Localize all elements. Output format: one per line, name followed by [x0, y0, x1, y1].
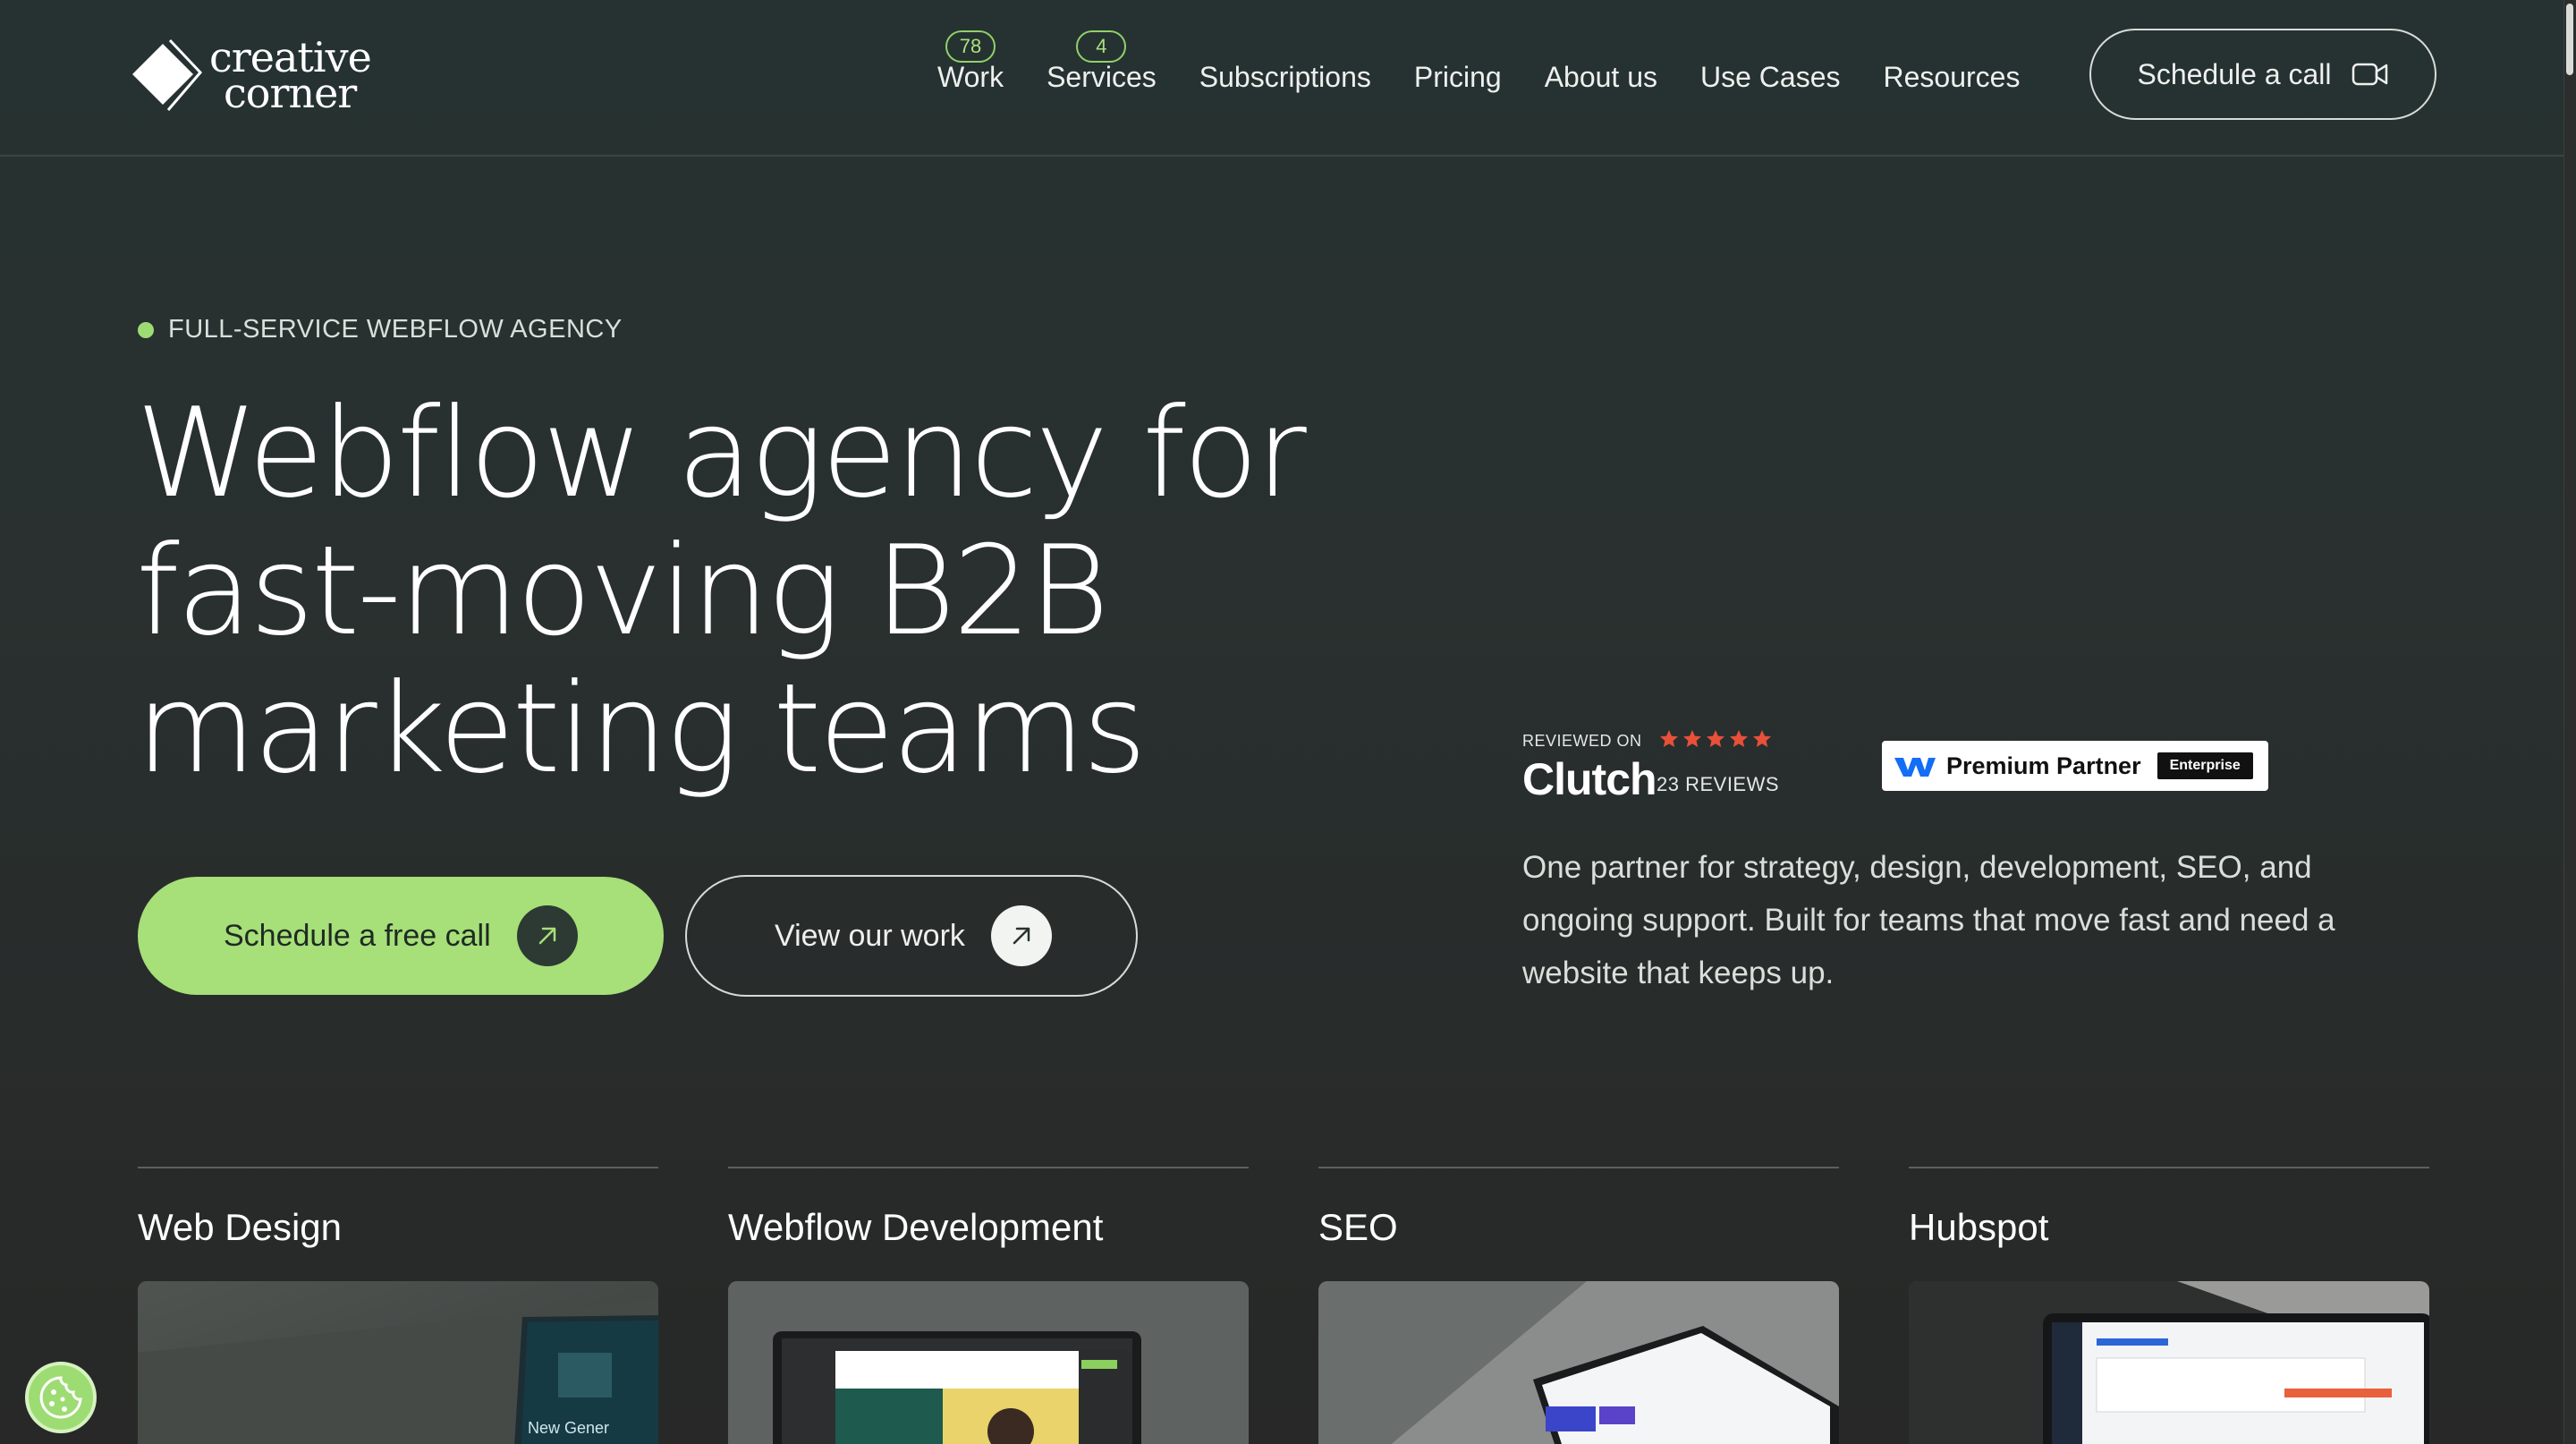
hero-title-line-3: marketing teams — [136, 657, 1147, 801]
svg-text:New Gener: New Gener — [528, 1419, 609, 1437]
hero-title-line-2: fast-moving B2B — [136, 519, 1109, 663]
service-card-title: SEO — [1318, 1206, 1398, 1248]
enterprise-tag: Enterprise — [2157, 752, 2253, 779]
clutch-name: Clutch — [1522, 754, 1657, 804]
view-our-work-label: View our work — [775, 918, 965, 953]
hero-title: Webflow agency for fast-moving B2B marke… — [136, 385, 1406, 798]
service-card-seo[interactable]: SEO — [1318, 1167, 1839, 1444]
arrow-up-right-icon — [991, 905, 1052, 966]
nav-item-label: Use Cases — [1700, 60, 1841, 93]
web-design-preview-image: New Gener — [138, 1281, 658, 1444]
star-icon — [1730, 730, 1748, 747]
cookie-settings-button[interactable] — [25, 1362, 97, 1433]
nav-item-work[interactable]: 78 Work — [937, 30, 1004, 94]
hero-description: One partner for strategy, design, develo… — [1522, 850, 2335, 990]
hero-title-line-1: Webflow agency for — [136, 381, 1307, 525]
service-card-title: Hubspot — [1909, 1206, 2049, 1248]
brand-wordmark: creative corner — [209, 37, 372, 117]
green-dot-icon — [138, 321, 154, 338]
star-icon — [1707, 730, 1724, 747]
nav-item-label: Pricing — [1413, 60, 1502, 93]
clutch-reviewed-on: REVIEWED ON — [1522, 732, 1642, 750]
page-scrollbar[interactable] — [2563, 0, 2576, 1444]
divider — [1909, 1167, 2429, 1168]
nav-item-subscriptions[interactable]: Subscriptions — [1199, 61, 1371, 94]
scrollbar-thumb[interactable] — [2566, 4, 2573, 75]
view-our-work-button[interactable]: View our work — [685, 875, 1138, 997]
service-card-title: Web Design — [138, 1206, 343, 1248]
nav-item-label: Services — [1046, 60, 1157, 93]
schedule-call-button[interactable]: Schedule a call — [2089, 29, 2436, 120]
divider — [1318, 1167, 1839, 1168]
nav-item-resources[interactable]: Resources — [1884, 61, 2021, 94]
schedule-free-call-label: Schedule a free call — [224, 918, 491, 953]
nav-item-about-us[interactable]: About us — [1545, 61, 1657, 94]
hubspot-preview-image — [1909, 1281, 2429, 1444]
main-nav: 78 Work 4 Services Subscriptions Pricing… — [937, 30, 2063, 102]
eyebrow-text: FULL-SERVICE WEBFLOW AGENCY — [168, 315, 623, 344]
service-card-webflow-development[interactable]: Webflow Development — [728, 1167, 1249, 1444]
star-icon — [1660, 730, 1678, 747]
service-card-web-design[interactable]: Web Design New Gener — [138, 1167, 658, 1444]
services-count-badge: 4 — [1076, 30, 1127, 63]
service-card-hubspot[interactable]: Hubspot — [1909, 1167, 2429, 1444]
premium-partner-label: Premium Partner — [1946, 752, 2141, 779]
clutch-review-count: 23 REVIEWS — [1657, 773, 1780, 795]
star-icon — [1753, 730, 1771, 747]
nav-item-use-cases[interactable]: Use Cases — [1700, 61, 1841, 94]
nav-item-label: About us — [1544, 60, 1657, 93]
site-header: creative corner 78 Work 4 Services Subsc… — [0, 0, 2563, 157]
rating-stars — [1658, 728, 1775, 750]
schedule-free-call-button[interactable]: Schedule a free call — [138, 877, 664, 995]
brand-logo[interactable]: creative corner — [127, 34, 395, 116]
page: creative corner 78 Work 4 Services Subsc… — [0, 0, 2576, 1444]
work-count-badge: 78 — [945, 30, 996, 63]
service-card-title: Webflow Development — [728, 1206, 1104, 1248]
seo-preview-image — [1318, 1281, 1839, 1444]
divider — [138, 1167, 658, 1168]
hero-eyebrow: FULL-SERVICE WEBFLOW AGENCY — [138, 315, 623, 344]
star-icon — [1683, 730, 1701, 747]
video-camera-icon — [2351, 63, 2387, 86]
divider — [728, 1167, 1249, 1168]
brand-line-2: corner — [224, 69, 357, 117]
arrow-up-right-icon — [517, 905, 578, 966]
webflow-logo-icon — [1894, 758, 1936, 777]
nav-item-label: Resources — [1883, 60, 2021, 93]
clutch-review-badge[interactable]: REVIEWED ON Clutch 23 REVIEWS — [1522, 728, 1791, 804]
diamond-logo-icon — [127, 37, 204, 114]
nav-item-label: Work — [937, 60, 1004, 93]
nav-item-services[interactable]: 4 Services — [1046, 30, 1157, 94]
nav-item-pricing[interactable]: Pricing — [1414, 61, 1502, 94]
webflow-premium-partner-badge[interactable]: Premium Partner Enterprise — [1882, 741, 2268, 791]
nav-item-label: Subscriptions — [1199, 60, 1371, 93]
schedule-call-label: Schedule a call — [2137, 57, 2332, 90]
webflow-development-preview-image — [728, 1281, 1249, 1444]
cookie-icon — [39, 1376, 82, 1419]
